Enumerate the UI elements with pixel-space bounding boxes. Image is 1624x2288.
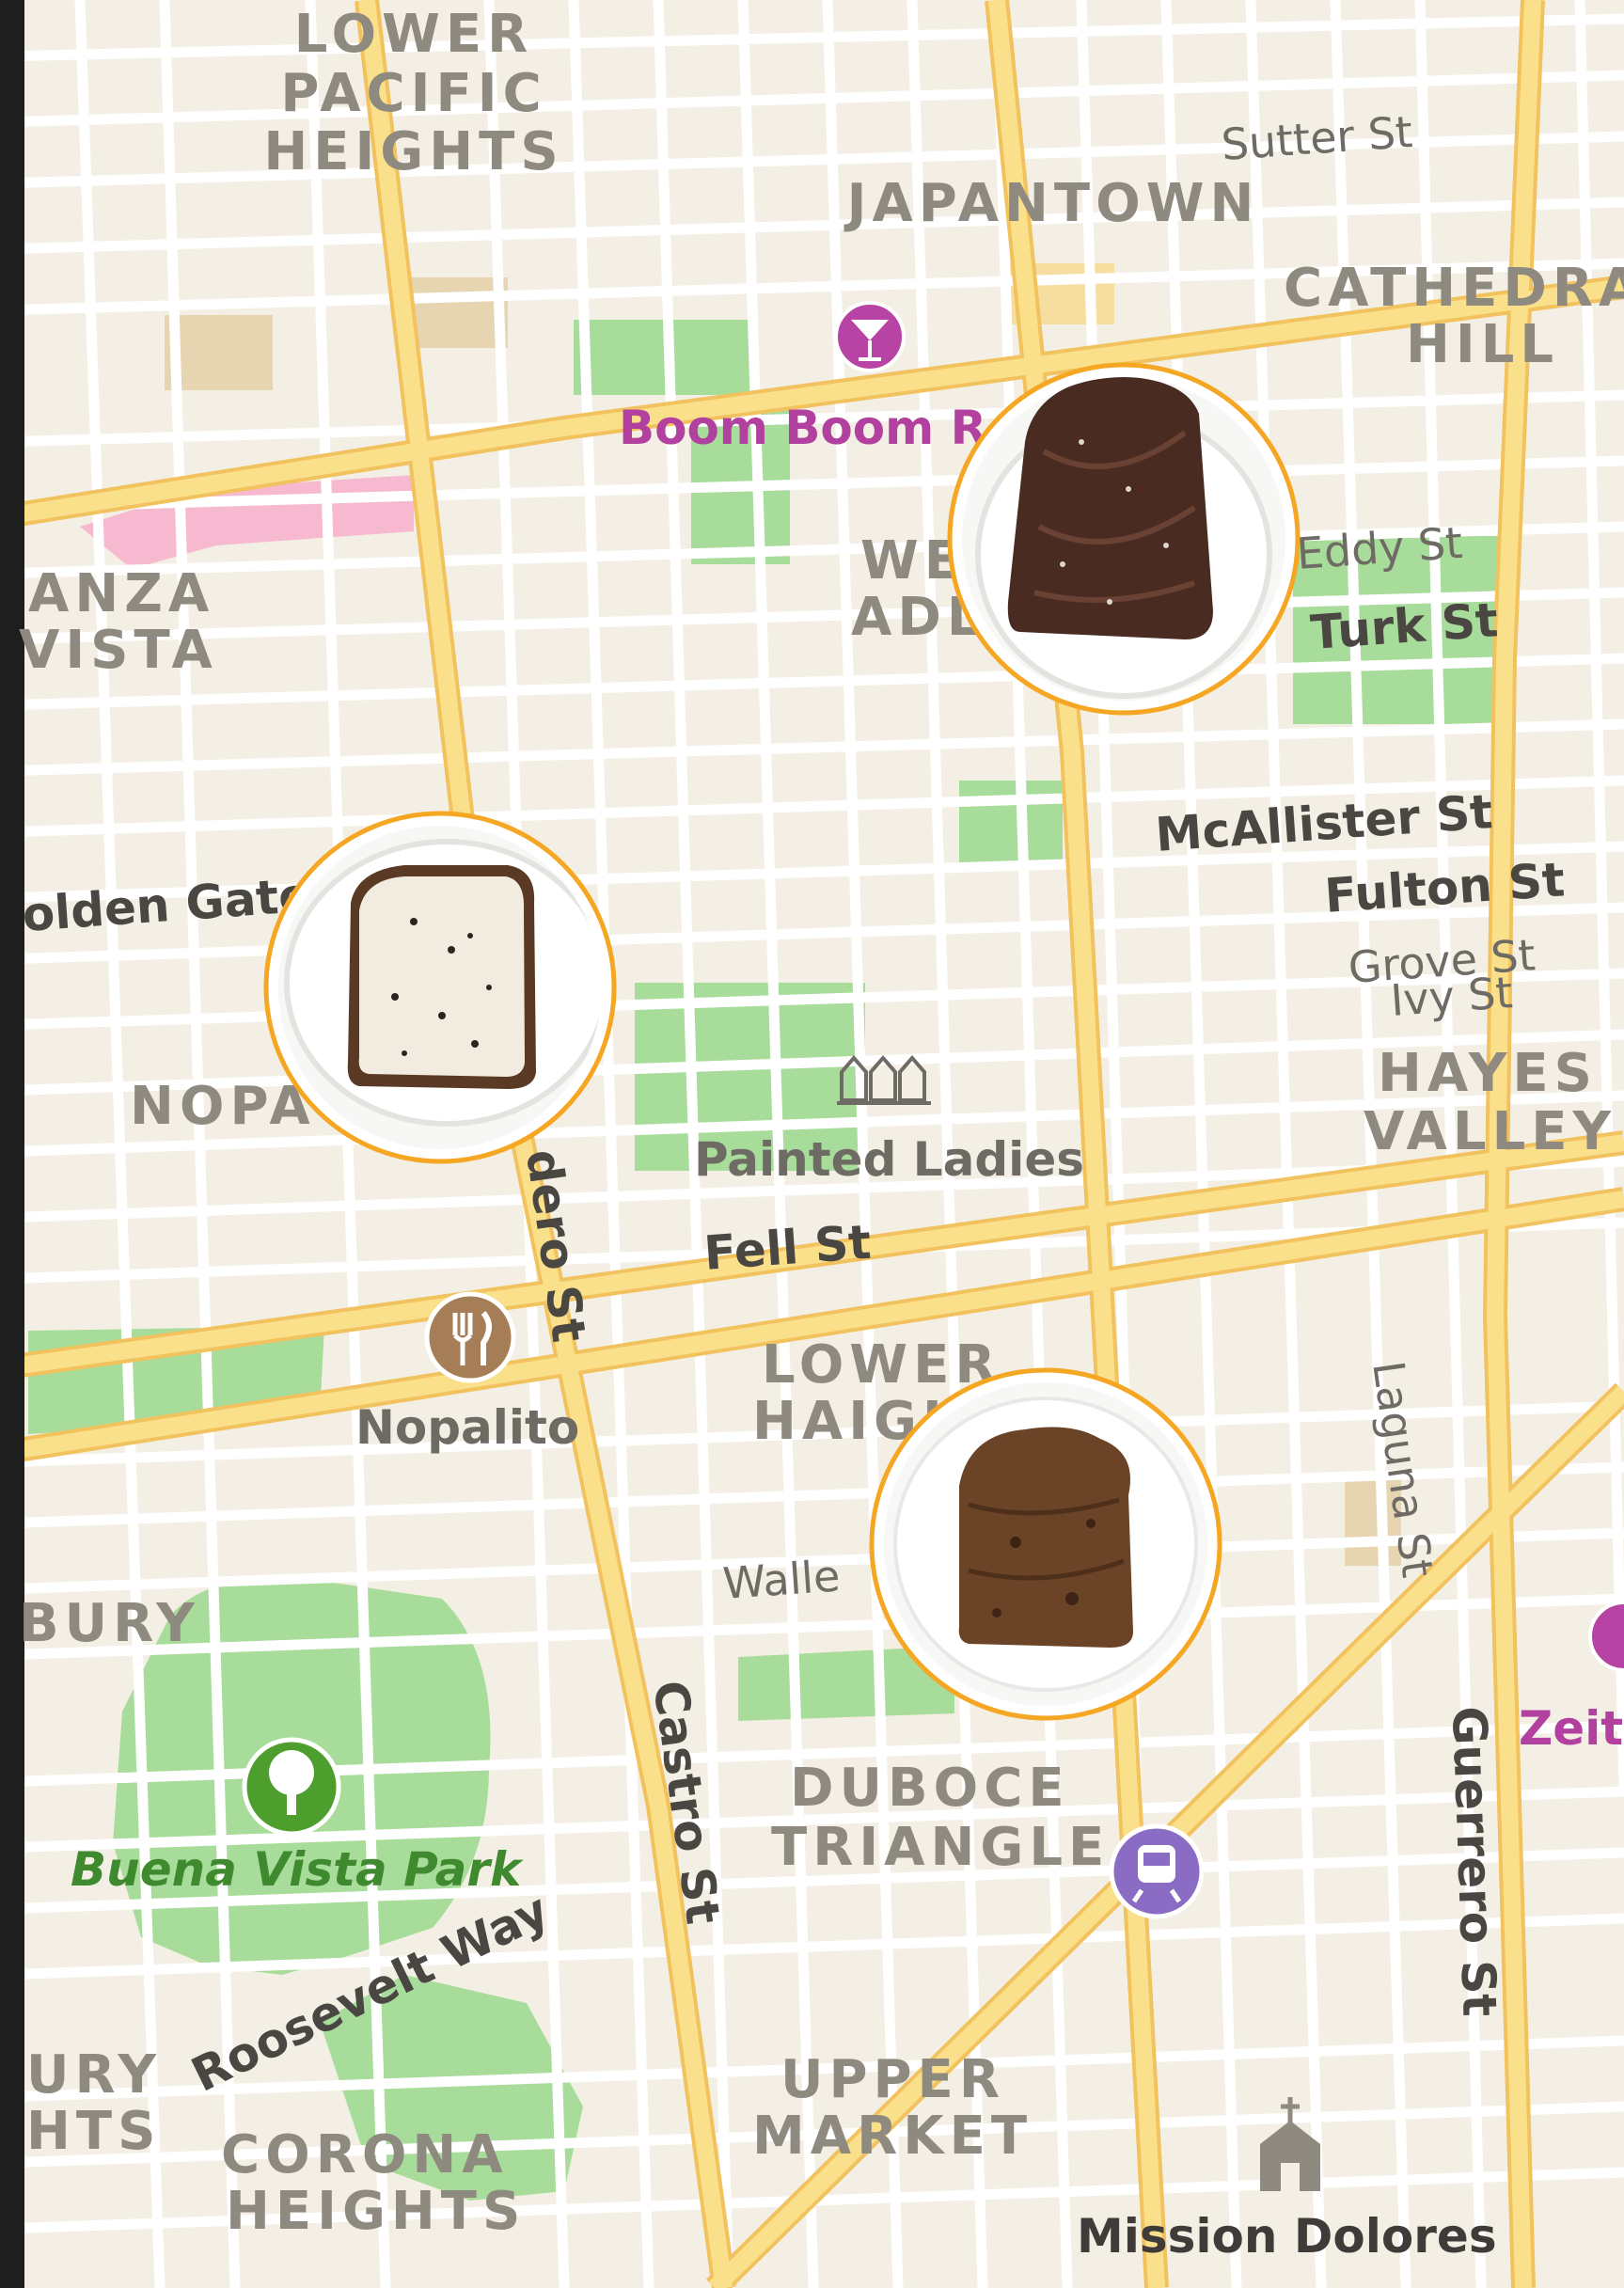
neighborhood-label: CORONA bbox=[221, 2124, 509, 2185]
neighborhood-label: VALLEY bbox=[1364, 1101, 1616, 1162]
street-label: Ivy St bbox=[1389, 967, 1514, 1026]
neighborhood-label: DUBOCE bbox=[790, 1758, 1070, 1819]
cocktail-bar-icon[interactable] bbox=[834, 301, 906, 372]
toast-pin-butter[interactable] bbox=[263, 811, 617, 1164]
neighborhood-label: ANZA bbox=[28, 563, 214, 624]
poi-label-zeitgeist: Zeit bbox=[1519, 1701, 1623, 1756]
neighborhood-label: MARKET bbox=[752, 2106, 1033, 2167]
neighborhood-label: HAYES bbox=[1378, 1043, 1598, 1104]
neighborhood-label: BURY bbox=[19, 1593, 200, 1654]
neighborhood-label: NOPA bbox=[130, 1076, 316, 1137]
neighborhood-label: JAPANTOWN bbox=[844, 173, 1260, 234]
neighborhood-label: TRIANGLE bbox=[771, 1817, 1110, 1878]
toast-pin-chocolate[interactable] bbox=[947, 362, 1301, 716]
street-label: Fell St bbox=[702, 1215, 873, 1281]
neighborhood-label: LOWER bbox=[762, 1334, 1001, 1396]
neighborhood-label: HILL bbox=[1406, 314, 1559, 375]
neighborhood-label: PACIFIC bbox=[280, 63, 546, 124]
poi-label-boom-boom: Boom Boom R bbox=[619, 401, 986, 455]
map-view[interactable]: LOWER PACIFIC HEIGHTS JAPANTOWN CATHEDRA… bbox=[0, 0, 1624, 2288]
neighborhood-label: URY bbox=[26, 2044, 162, 2106]
neighborhood-label: HEIGHTS bbox=[263, 121, 563, 182]
street-label: Walle bbox=[721, 1550, 842, 1609]
park-block bbox=[959, 781, 1063, 865]
transit-train-icon[interactable] bbox=[1109, 1823, 1205, 1919]
toast-pin-plain[interactable] bbox=[869, 1367, 1222, 1721]
poi-label-mission-dolores: Mission Dolores bbox=[1077, 2209, 1497, 2264]
neighborhood-label: HEIGHTS bbox=[226, 2181, 526, 2242]
neighborhood-label: UPPER bbox=[780, 2049, 1005, 2110]
map-canvas[interactable]: LOWER PACIFIC HEIGHTS JAPANTOWN CATHEDRA… bbox=[0, 0, 1624, 2288]
poi-label-painted-ladies: Painted Ladies bbox=[694, 1132, 1084, 1187]
restaurant-fork-knife-icon[interactable] bbox=[424, 1291, 516, 1383]
neighborhood-label: LOWER bbox=[294, 4, 533, 65]
neighborhood-label: CATHEDRA bbox=[1284, 258, 1624, 319]
poi-label-buena-vista: Buena Vista Park bbox=[71, 1842, 524, 1897]
block-tan bbox=[404, 277, 508, 348]
poi-label-nopalito: Nopalito bbox=[355, 1400, 579, 1455]
neighborhood-label: HTS bbox=[26, 2101, 161, 2162]
park-tree-icon[interactable] bbox=[242, 1737, 341, 1837]
street-label: Guerrero St bbox=[1442, 1705, 1506, 2017]
window-edge bbox=[0, 0, 24, 2288]
neighborhood-label: VISTA bbox=[19, 620, 218, 681]
